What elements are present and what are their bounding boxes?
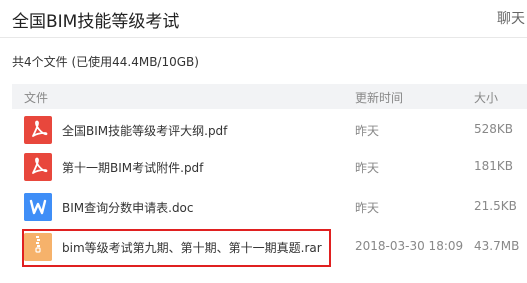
table-row[interactable]: 全国BIM技能等级考评大纲.pdf 昨天 528KB <box>12 110 527 150</box>
header: 全国BIM技能等级考试 聊天 <box>0 0 527 38</box>
file-size: 181KB <box>474 159 514 173</box>
file-size: 43.7MB <box>474 239 520 253</box>
chat-tab[interactable]: 聊天 <box>497 8 525 28</box>
group-title: 全国BIM技能等级考试 <box>12 12 180 32</box>
table-row[interactable]: BIM查询分数申请表.doc 昨天 21.5KB <box>12 187 527 227</box>
word-icon <box>24 193 52 221</box>
file-name[interactable]: bim等级考试第九期、第十期、第十一期真题.rar <box>62 239 322 256</box>
table-row[interactable]: 第十一期BIM考试附件.pdf 昨天 181KB <box>12 147 527 187</box>
column-header-name[interactable]: 文件 <box>24 89 48 106</box>
file-name[interactable]: 第十一期BIM考试附件.pdf <box>62 159 203 176</box>
file-time: 昨天 <box>355 161 380 175</box>
file-name[interactable]: 全国BIM技能等级考评大纲.pdf <box>62 122 227 139</box>
pdf-icon <box>24 116 52 144</box>
file-size: 528KB <box>474 122 514 136</box>
table-header: 文件 更新时间 大小 <box>12 84 527 109</box>
file-size: 21.5KB <box>474 199 517 213</box>
archive-icon <box>24 233 52 261</box>
storage-summary: 共4个文件 (已使用44.4MB/10GB) <box>12 55 199 69</box>
table-row[interactable]: bim等级考试第九期、第十期、第十一期真题.rar 2018-03-30 18:… <box>12 227 527 267</box>
file-list-page: 全国BIM技能等级考试 聊天 共4个文件 (已使用44.4MB/10GB) 文件… <box>0 0 527 283</box>
column-header-time[interactable]: 更新时间 <box>355 89 403 106</box>
file-time: 昨天 <box>355 124 380 138</box>
file-time: 2018-03-30 18:09 <box>355 239 464 253</box>
pdf-icon <box>24 153 52 181</box>
file-name[interactable]: BIM查询分数申请表.doc <box>62 199 194 216</box>
file-time: 昨天 <box>355 201 380 215</box>
column-header-size[interactable]: 大小 <box>474 89 498 106</box>
